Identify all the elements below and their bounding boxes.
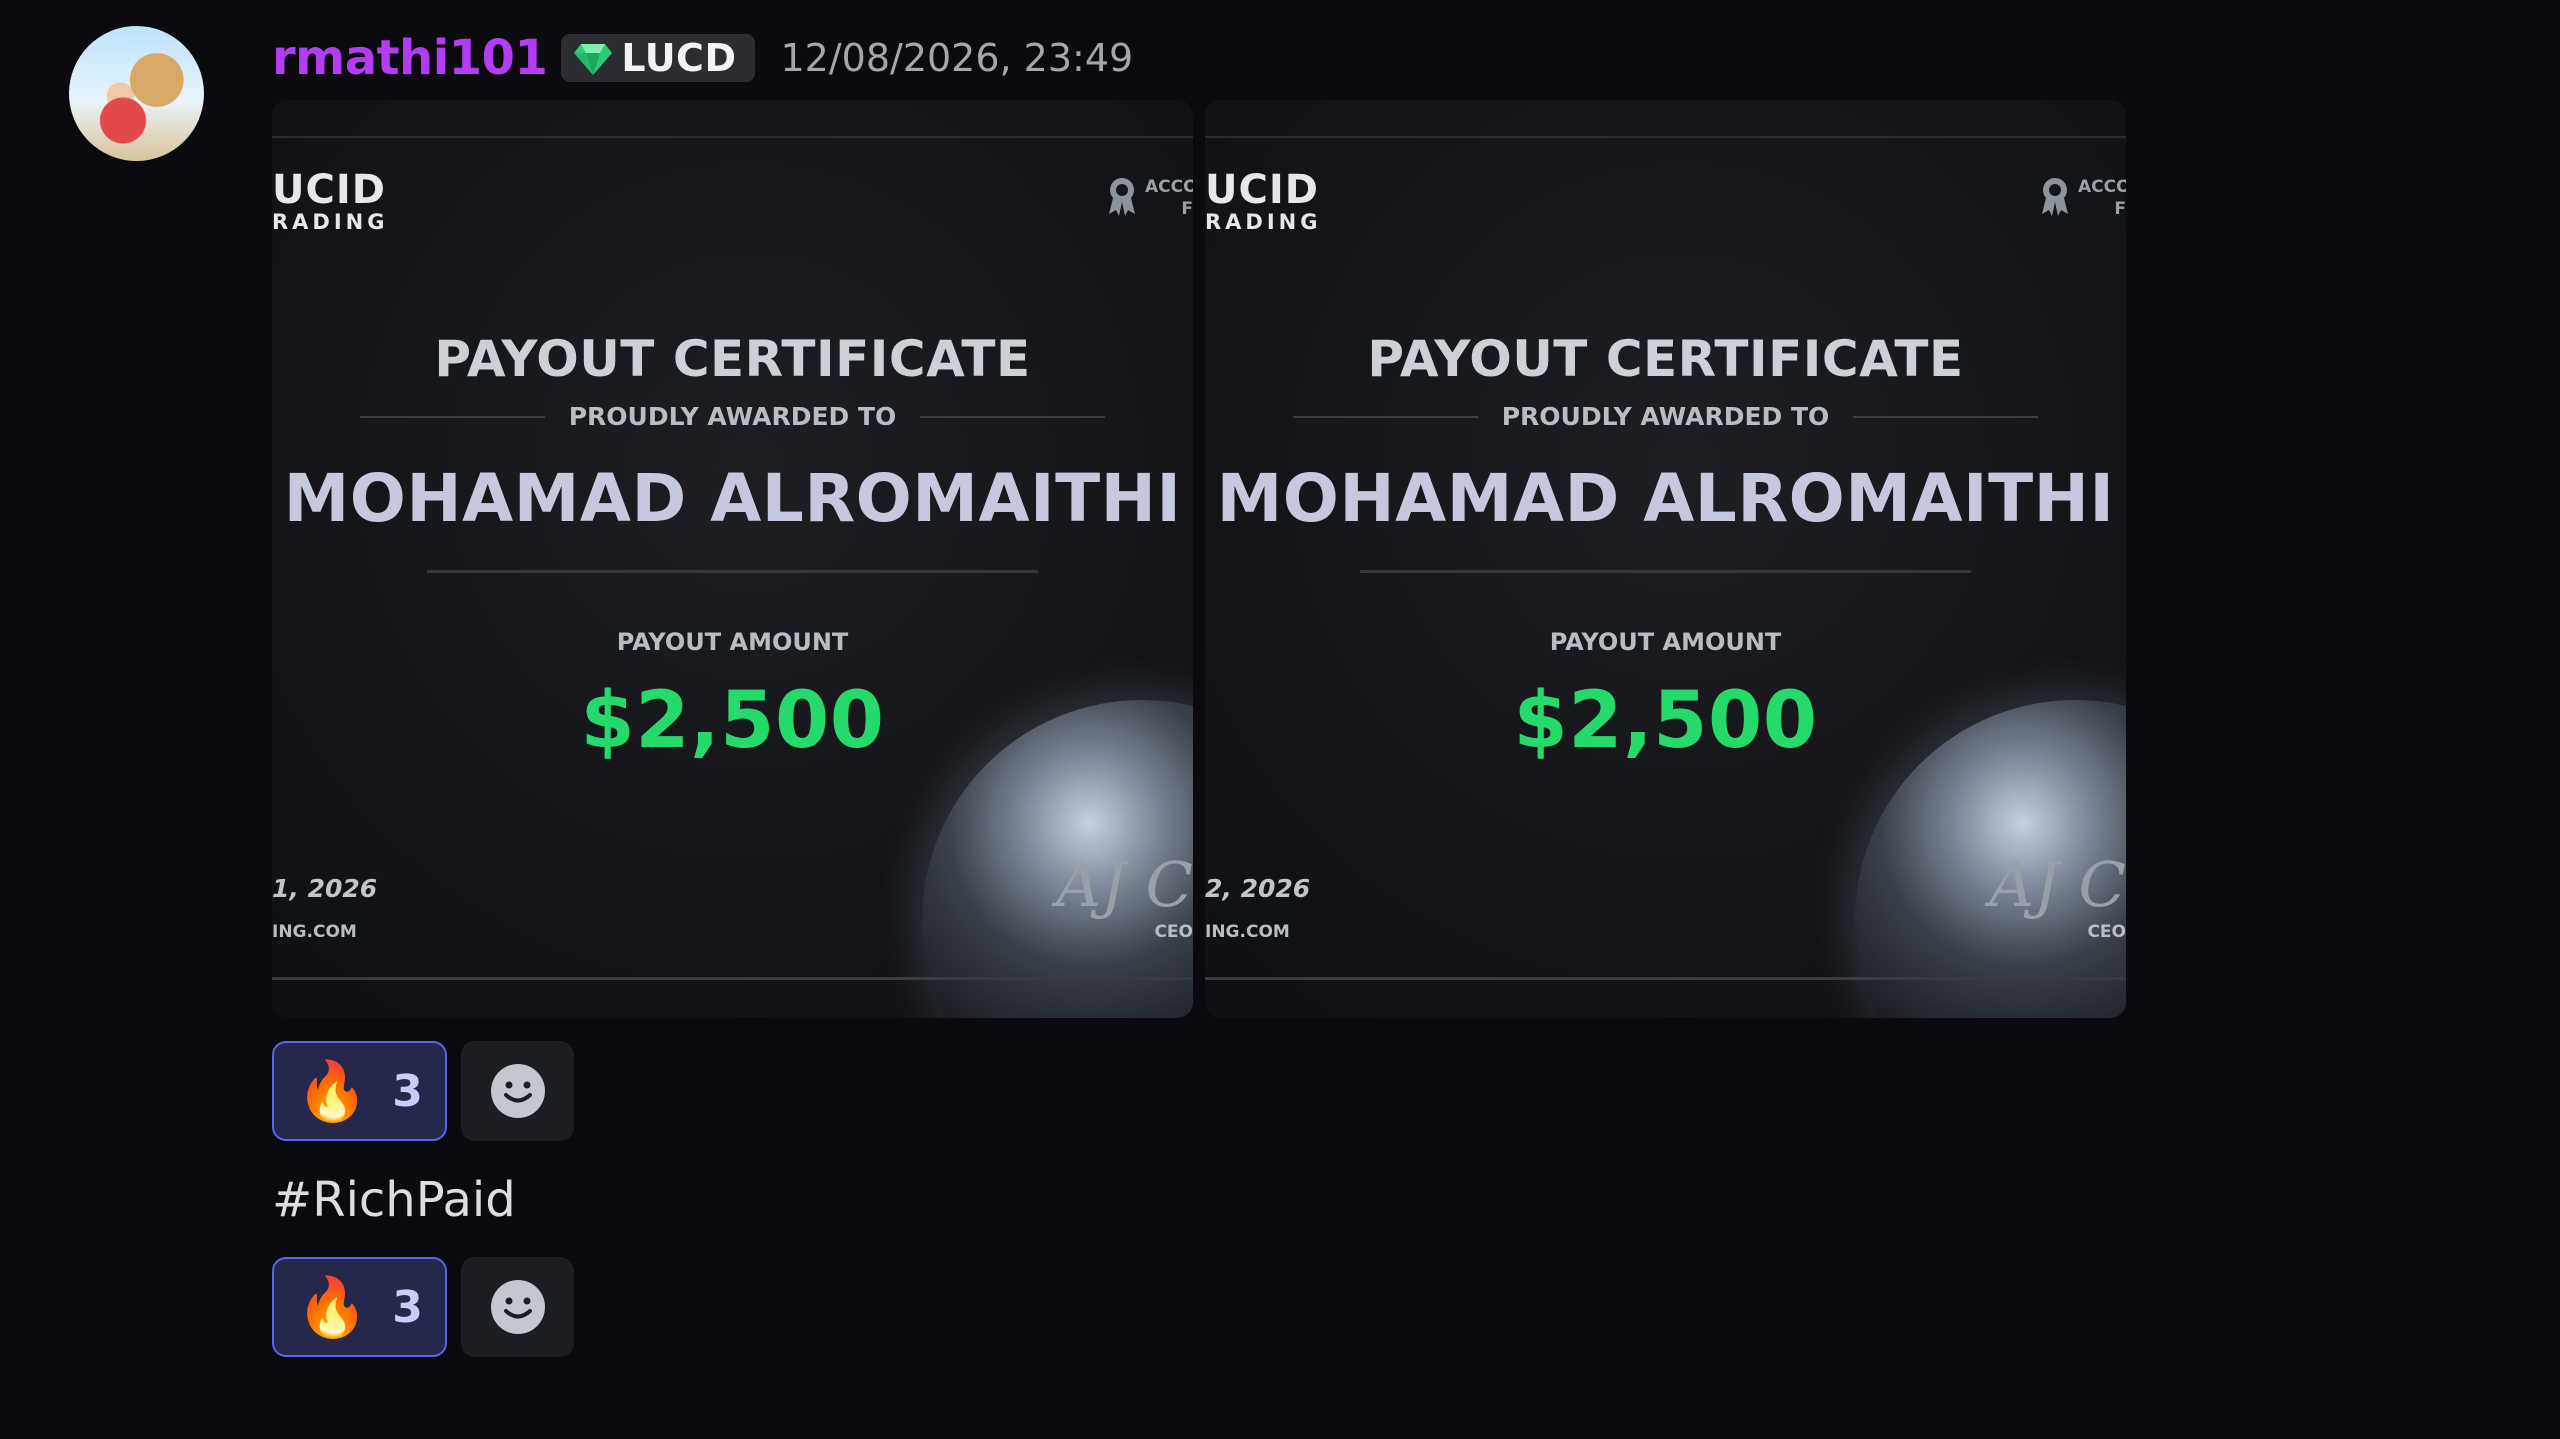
brand-line-1: UCID	[272, 167, 386, 213]
brand-line-2: RADING	[272, 210, 389, 234]
certificate-image[interactable]: UCID RADING ACCO F PAYOUT CERTIFICATE PR…	[1205, 100, 2126, 1018]
certificate-image[interactable]: UCID RADING ACCO F PAYOUT CERTIFICATE PR…	[272, 100, 1193, 1018]
add-reaction-button[interactable]	[461, 1257, 574, 1357]
divider	[272, 977, 1193, 980]
username[interactable]: rmathi101	[272, 30, 548, 86]
brand-line-2: RADING	[1205, 210, 1322, 234]
certificate-website: ING.COM	[1205, 922, 1290, 942]
reaction-bar: 🔥 3	[272, 1257, 574, 1357]
certificate-title: PAYOUT CERTIFICATE	[434, 330, 1031, 388]
guild-tag-label: LUCD	[621, 36, 737, 80]
payout-label: PAYOUT AMOUNT	[616, 628, 849, 656]
brand-logo: UCID RADING	[272, 170, 388, 233]
divider	[1205, 977, 2126, 980]
payout-label: PAYOUT AMOUNT	[1549, 628, 1782, 656]
divider	[1360, 570, 1971, 573]
certificate-title: PAYOUT CERTIFICATE	[1367, 330, 1964, 388]
accreditation-badge: ACCO F	[1105, 176, 1193, 220]
message-header: rmathi101 LUCD 12/08/2026, 23:49	[272, 26, 1133, 90]
accreditation-badge: ACCO F	[2038, 176, 2126, 220]
timestamp: 12/08/2026, 23:49	[780, 36, 1134, 80]
avatar[interactable]	[69, 26, 204, 161]
smiley-icon	[490, 1064, 545, 1118]
reaction-fire[interactable]: 🔥 3	[272, 1041, 447, 1141]
divider	[1853, 416, 2038, 418]
badge-text-2: F	[2114, 199, 2126, 219]
guild-tag[interactable]: LUCD	[561, 34, 755, 82]
smiley-icon	[490, 1280, 545, 1334]
reaction-bar: 🔥 3	[272, 1041, 574, 1141]
signature: AJ C	[1989, 848, 2126, 921]
fire-icon: 🔥	[296, 1273, 369, 1341]
divider	[1205, 136, 2126, 138]
badge-text-1: ACCO	[2078, 177, 2126, 197]
badge-text-1: ACCO	[1145, 177, 1193, 197]
divider	[427, 570, 1038, 573]
badge-text-2: F	[1181, 199, 1193, 219]
reaction-fire[interactable]: 🔥 3	[272, 1257, 447, 1357]
divider	[920, 416, 1105, 418]
message-text: #RichPaid	[272, 1172, 516, 1228]
medal-icon	[2042, 178, 2068, 216]
brand-line-1: UCID	[1205, 167, 1319, 213]
reaction-count: 3	[392, 1281, 423, 1333]
medal-icon	[1109, 178, 1135, 216]
ceo-label: CEO	[1154, 922, 1193, 942]
ceo-label: CEO	[2087, 922, 2126, 942]
certificate-website: ING.COM	[272, 922, 357, 942]
divider	[272, 136, 1193, 138]
reaction-count: 3	[392, 1065, 423, 1117]
certificate-date: 1, 2026	[272, 874, 378, 903]
attachment-gallery: UCID RADING ACCO F PAYOUT CERTIFICATE PR…	[272, 100, 2126, 1018]
brand-logo: UCID RADING	[1205, 170, 1321, 233]
fire-icon: 🔥	[296, 1057, 369, 1125]
gem-icon	[574, 44, 613, 75]
add-reaction-button[interactable]	[461, 1041, 574, 1141]
recipient-name: MOHAMAD ALROMAITHI	[1216, 460, 2115, 537]
recipient-name: MOHAMAD ALROMAITHI	[283, 460, 1182, 537]
signature: AJ C	[1056, 848, 1193, 921]
certificate-date: 2, 2026	[1205, 874, 1311, 903]
